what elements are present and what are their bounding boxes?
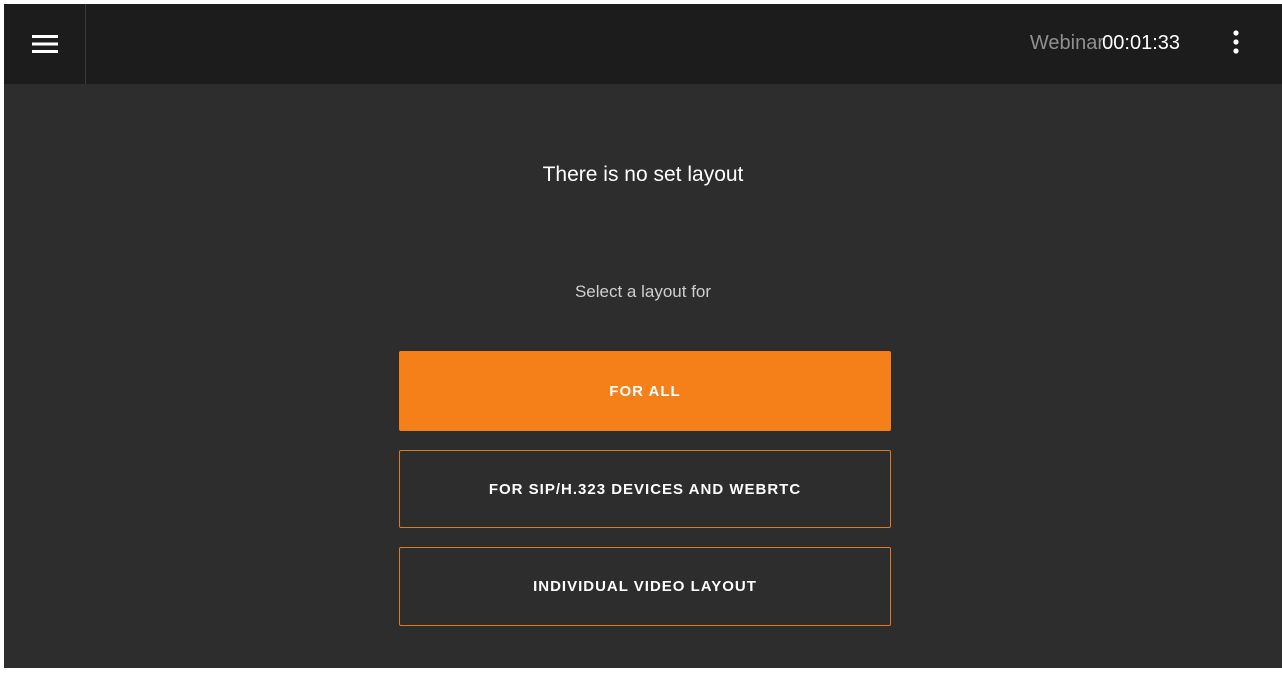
- for-sip-devices-button[interactable]: FOR SIP/H.323 DEVICES AND WEBRTC: [399, 450, 891, 528]
- session-timer: 00:01:33: [1102, 32, 1180, 54]
- top-bar: Webinar 00:01:33: [4, 4, 1282, 84]
- app-window: Webinar 00:01:33 There is no set layout …: [4, 4, 1282, 668]
- session-type-label: Webinar: [1029, 32, 1104, 54]
- layout-panel: There is no set layout Select a layout f…: [4, 84, 1282, 668]
- hamburger-menu-icon: [31, 34, 58, 54]
- more-vertical-icon: [1233, 29, 1239, 59]
- menu-button[interactable]: [4, 4, 86, 84]
- more-options-button[interactable]: [1218, 26, 1254, 62]
- individual-video-layout-button[interactable]: INDIVIDUAL VIDEO LAYOUT: [399, 547, 891, 626]
- select-layout-prompt: Select a layout for: [574, 282, 712, 301]
- for-all-button[interactable]: FOR ALL: [399, 351, 891, 431]
- no-layout-heading: There is no set layout: [542, 163, 744, 186]
